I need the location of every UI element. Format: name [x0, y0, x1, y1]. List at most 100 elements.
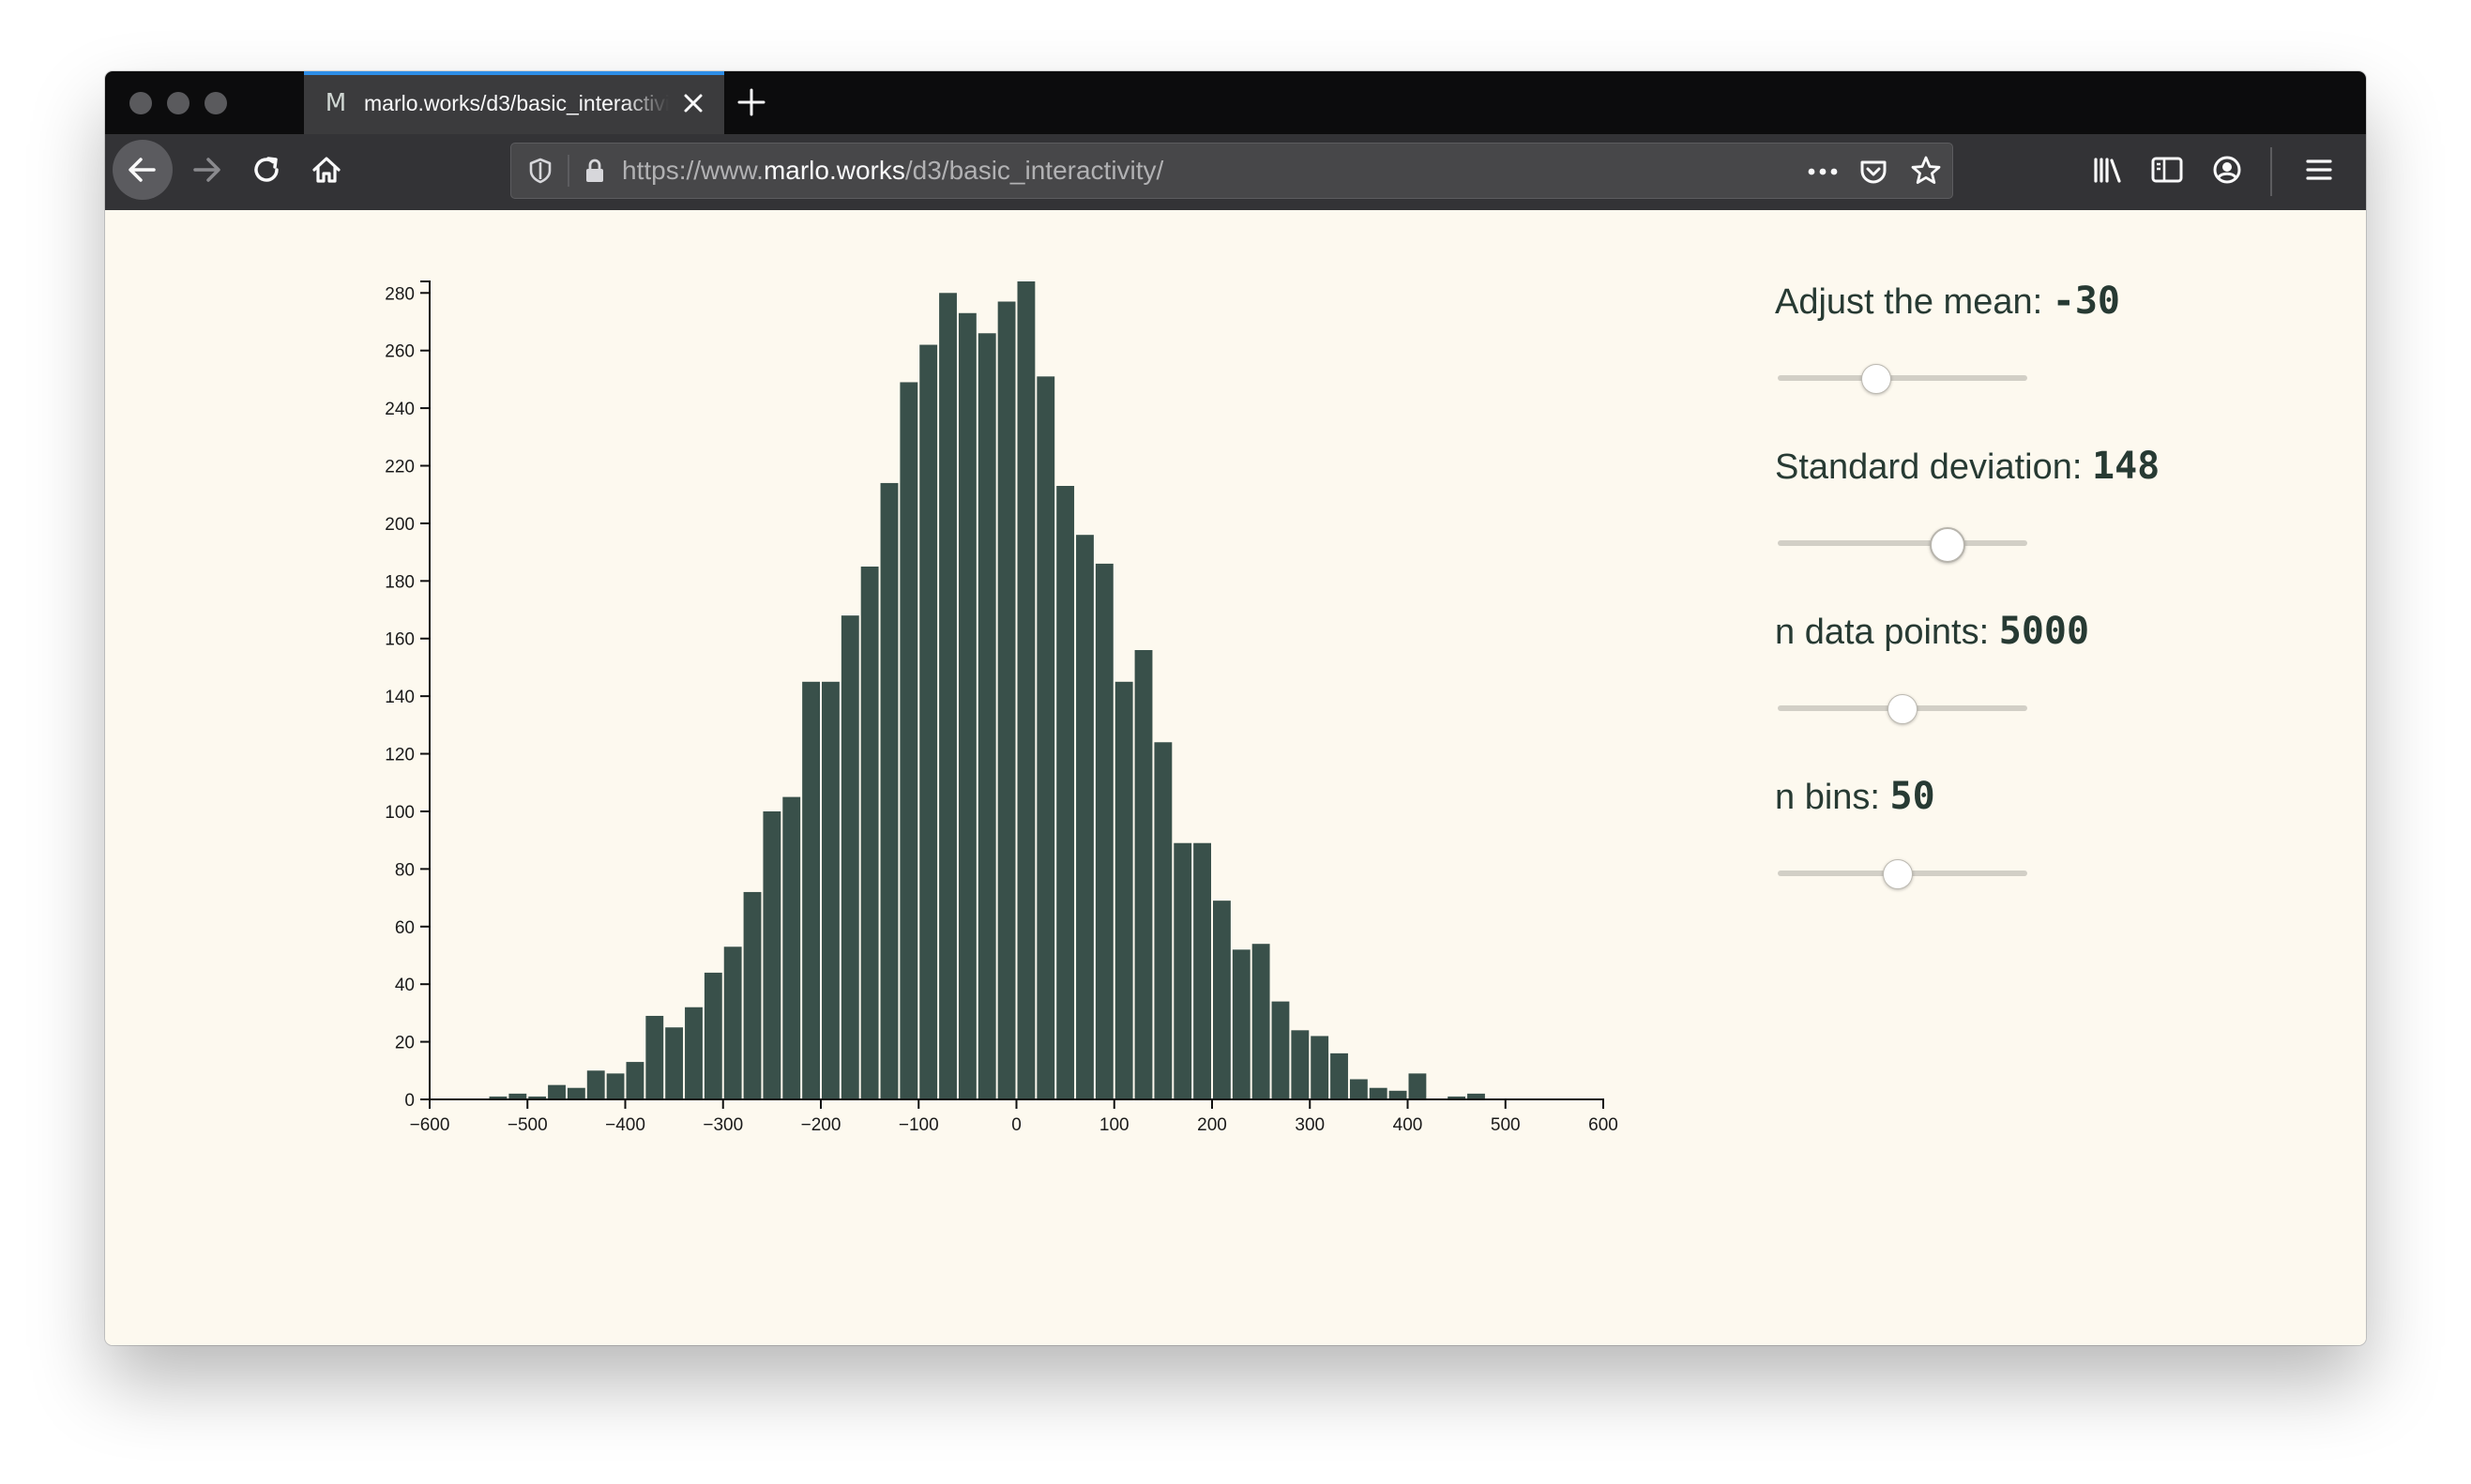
account-icon[interactable]	[2199, 142, 2255, 198]
shield-icon[interactable]	[524, 155, 556, 187]
home-icon[interactable]	[298, 142, 355, 198]
histogram-bar	[1232, 949, 1251, 1099]
lock-icon[interactable]	[579, 155, 611, 187]
y-tick-label: 60	[395, 918, 415, 938]
x-tick-label: 300	[1295, 1115, 1325, 1135]
histogram-bar	[1408, 1073, 1427, 1099]
window-zoom-dot[interactable]	[205, 92, 227, 114]
x-tick-label: 600	[1588, 1115, 1618, 1135]
library-icon[interactable]	[2079, 142, 2135, 198]
slider-thumb[interactable]	[1860, 364, 1891, 394]
y-tick-label: 140	[385, 688, 415, 707]
histogram-bar	[1174, 842, 1192, 1099]
pocket-icon[interactable]	[1857, 155, 1890, 189]
slider-thumb[interactable]	[1887, 694, 1918, 724]
arrow-right-icon[interactable]	[178, 142, 235, 198]
url-divider	[568, 155, 569, 187]
histogram-bar	[1134, 650, 1153, 1099]
histogram-bar	[1369, 1087, 1387, 1099]
y-tick-label: 120	[385, 746, 415, 765]
tab-title: marlo.works/d3/basic_interactivity/	[364, 91, 669, 115]
histogram-bars	[489, 281, 1485, 1100]
histogram-bar	[997, 301, 1016, 1100]
histogram-bar	[1213, 901, 1231, 1099]
y-axis-line	[420, 280, 431, 1100]
x-tick-label: 0	[1011, 1115, 1022, 1135]
x-tick-label: −400	[605, 1115, 645, 1135]
slider-thumb[interactable]	[1883, 859, 1914, 889]
x-tick-label: −600	[410, 1115, 450, 1135]
histogram-bar	[763, 810, 781, 1099]
mean-control: Adjust the mean: -30	[1775, 278, 2338, 398]
histogram-bar	[958, 312, 977, 1099]
histogram-bar	[1154, 742, 1173, 1099]
histogram-bar	[1388, 1090, 1407, 1099]
histogram-bar	[1271, 1001, 1290, 1099]
y-tick-label: 100	[385, 803, 415, 823]
star-icon[interactable]	[1909, 154, 1943, 188]
url-bar[interactable]: https://www.marlo.works/d3/basic_interac…	[510, 143, 1953, 199]
n-points-label-text: n data points:	[1775, 613, 1990, 652]
histogram-bar	[880, 482, 899, 1099]
y-tick-label: 200	[385, 515, 415, 535]
n-points-slider[interactable]	[1778, 690, 2027, 728]
histogram-bar	[704, 972, 722, 1099]
histogram-chart: −600 −500 −400 −300 −200 −100 0 100 200 300 400 500…	[385, 280, 1618, 1135]
url-text[interactable]: https://www.marlo.works/d3/basic_interac…	[622, 144, 1163, 198]
tab-active[interactable]: M marlo.works/d3/basic_interactivity/	[304, 71, 724, 134]
histogram-bar	[743, 891, 762, 1099]
std-control: Standard deviation: 148	[1775, 443, 2338, 563]
histogram-bar	[567, 1087, 585, 1099]
histogram-bar	[782, 796, 801, 1099]
back-button[interactable]	[113, 140, 173, 200]
x-tick-label: −200	[801, 1115, 841, 1135]
histogram-bar	[1311, 1036, 1329, 1099]
slider-thumb[interactable]	[1929, 527, 1965, 563]
url-path: /d3/basic_interactivity/	[904, 156, 1164, 185]
x-tick-label: 200	[1197, 1115, 1227, 1135]
std-value: 148	[2092, 445, 2160, 488]
histogram-bar	[665, 1027, 684, 1099]
n-points-control: n data points: 5000	[1775, 608, 2338, 728]
hamburger-menu-icon[interactable]	[2291, 142, 2347, 198]
x-tick-label: 500	[1491, 1115, 1521, 1135]
histogram-bar	[548, 1084, 566, 1099]
mean-value: -30	[2052, 280, 2120, 323]
y-axis: 0 20 40 60 80 100 120 140 160 180 200 220 240 260 280	[385, 280, 431, 1111]
ellipsis-icon[interactable]	[1804, 156, 1842, 188]
y-tick-label: 40	[395, 976, 415, 995]
slider-track	[1778, 540, 2027, 546]
y-tick-label: 20	[395, 1034, 415, 1053]
x-tick-label: 100	[1099, 1115, 1129, 1135]
n-points-label: n data points: 5000	[1775, 608, 2338, 655]
mean-slider[interactable]	[1778, 360, 2027, 398]
x-tick-label: −300	[703, 1115, 743, 1135]
y-tick-label: 180	[385, 572, 415, 592]
window-close-dot[interactable]	[129, 92, 152, 114]
histogram-bar	[1291, 1030, 1310, 1099]
y-tick-label: 160	[385, 630, 415, 650]
n-bins-slider[interactable]	[1778, 856, 2027, 893]
histogram-bar	[1095, 563, 1114, 1099]
window-minimize-dot[interactable]	[167, 92, 189, 114]
close-icon[interactable]	[677, 87, 709, 119]
nav-toolbar: https://www.marlo.works/d3/basic_interac…	[105, 134, 2366, 211]
histogram-bar	[860, 566, 879, 1099]
reload-icon[interactable]	[238, 142, 295, 198]
std-label: Standard deviation: 148	[1775, 443, 2338, 490]
tab-strip: M marlo.works/d3/basic_interactivity/	[105, 71, 2366, 134]
histogram-bar	[841, 615, 859, 1099]
toolbar-divider	[2270, 147, 2272, 196]
plus-icon[interactable]	[735, 86, 767, 118]
histogram-bar	[939, 293, 957, 1099]
histogram-bar	[1076, 535, 1094, 1099]
histogram-bar	[802, 681, 820, 1099]
std-slider[interactable]	[1778, 525, 2027, 563]
mean-label-text: Adjust the mean:	[1775, 282, 2043, 322]
sidebar-icon[interactable]	[2139, 142, 2195, 198]
histogram-bar	[685, 1007, 703, 1099]
histogram-bar	[1017, 281, 1036, 1099]
y-tick-label: 260	[385, 342, 415, 362]
page-content: −600 −500 −400 −300 −200 −100 0 100 200 300 400 500…	[105, 210, 2366, 1345]
histogram-bar	[626, 1062, 644, 1099]
